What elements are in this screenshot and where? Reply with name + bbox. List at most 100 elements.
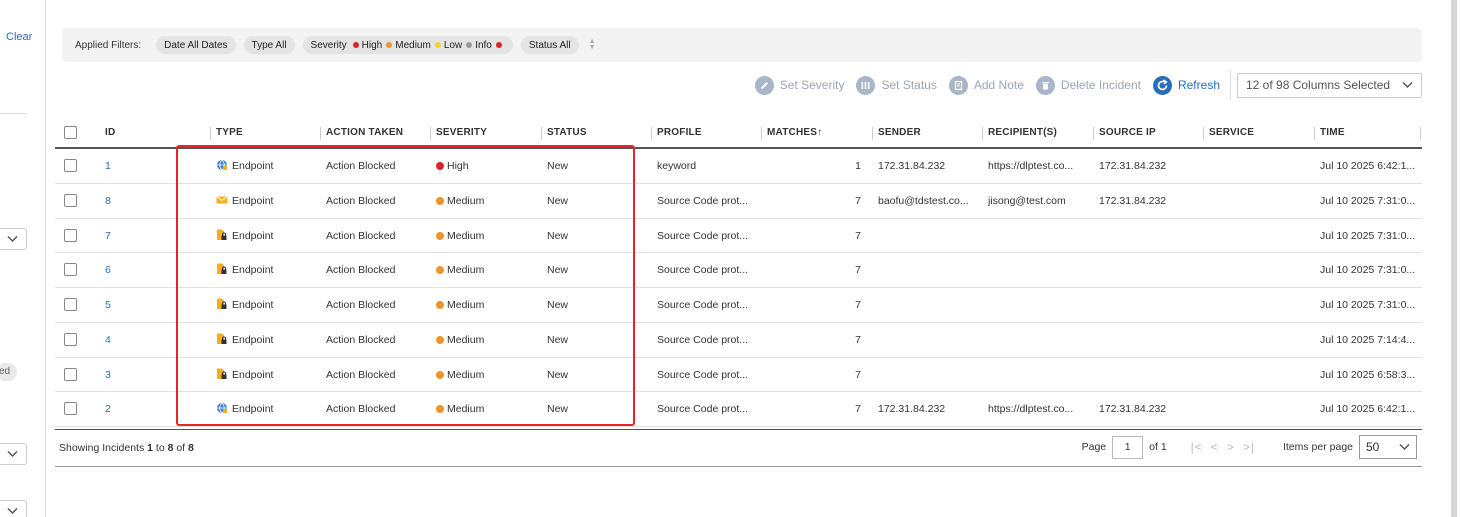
mail-icon <box>216 195 228 204</box>
showing-to-word: to <box>152 442 168 454</box>
column-header-severity[interactable]: SEVERITY <box>436 118 487 147</box>
column-header-matches[interactable]: MATCHES↑ <box>767 118 822 147</box>
cell-profile: keyword <box>657 160 697 172</box>
prev-page-icon[interactable]: < <box>1211 440 1219 454</box>
column-header-source-ip[interactable]: SOURCE IP <box>1099 118 1156 147</box>
column-resize-handle[interactable] <box>651 127 652 140</box>
cell-id[interactable]: 2 <box>105 392 111 426</box>
column-header-status[interactable]: STATUS <box>547 118 587 147</box>
cell-id[interactable]: 8 <box>105 184 111 218</box>
cell-id[interactable]: 4 <box>105 323 111 357</box>
cell-source-ip <box>1099 288 1204 322</box>
column-resize-handle[interactable] <box>430 127 431 140</box>
left-dropdown-3[interactable] <box>0 500 27 517</box>
table-row[interactable]: 8 Endpoint Action Blocked Medium New Source C… <box>55 184 1422 219</box>
filter-chip-date[interactable]: Date All Dates <box>156 36 236 54</box>
row-checkbox[interactable] <box>64 263 77 277</box>
first-page-icon[interactable]: |< <box>1191 440 1203 454</box>
cell-action: Action Blocked <box>326 299 396 311</box>
left-dropdown-2[interactable] <box>0 443 27 465</box>
row-checkbox[interactable] <box>64 367 77 381</box>
table-row[interactable]: 7 Endpoint Action Blocked Medium New Source C… <box>55 219 1422 254</box>
column-header-recipients[interactable]: RECIPIENT(S) <box>988 118 1057 147</box>
cell-id[interactable]: 1 <box>105 149 111 183</box>
page-scrollbar[interactable] <box>1451 0 1457 517</box>
cell-id[interactable]: 3 <box>105 358 111 392</box>
filter-chip-status[interactable]: Status All <box>520 36 579 54</box>
cell-action: Action Blocked <box>326 194 396 207</box>
table-row[interactable]: 2 Endpoint Action Blocked Medium New Source C… <box>55 392 1422 427</box>
cell-type: Endpoint <box>216 392 321 426</box>
cell-time: Jul 10 2025 7:31:0... <box>1320 194 1416 207</box>
row-checkbox[interactable] <box>64 228 77 242</box>
column-resize-handle[interactable] <box>1314 127 1315 140</box>
column-resize-handle[interactable] <box>210 127 211 140</box>
add-note-button[interactable]: Add Note <box>948 75 1024 95</box>
next-page-icon[interactable]: > <box>1227 440 1235 454</box>
column-header-service[interactable]: SERVICE <box>1209 118 1254 147</box>
select-all-checkbox[interactable] <box>64 126 77 139</box>
cell-id[interactable]: 5 <box>105 288 111 322</box>
severity-dot-icon <box>436 162 444 170</box>
severity-label: Medium <box>447 299 485 311</box>
table-row[interactable]: 4 Endpoint Action Blocked Medium New Source C… <box>55 323 1422 358</box>
column-resize-handle[interactable] <box>982 127 983 140</box>
column-resize-handle[interactable] <box>1203 127 1204 140</box>
cell-sender: baofu@tdstest.co... <box>878 194 969 207</box>
delete-incident-button[interactable]: Delete Incident <box>1035 75 1141 95</box>
column-header-profile[interactable]: PROFILE <box>657 118 702 147</box>
column-header-id[interactable]: ID <box>105 118 115 147</box>
column-header-action-taken[interactable]: ACTION TAKEN <box>326 118 403 147</box>
columns-selected-dropdown[interactable]: 12 of 98 Columns Selected <box>1237 72 1422 98</box>
row-checkbox[interactable] <box>64 298 77 311</box>
cell-status: New <box>547 264 569 277</box>
items-per-page-select[interactable]: 50 <box>1359 435 1417 459</box>
row-checkbox[interactable] <box>64 332 77 346</box>
table-row[interactable]: 6 Endpoint Action Blocked Medium New Source C… <box>55 253 1422 288</box>
cell-service <box>1209 288 1314 322</box>
last-page-icon[interactable]: >| <box>1243 440 1255 454</box>
cell-service <box>1209 184 1314 218</box>
column-resize-handle[interactable] <box>541 127 542 140</box>
column-resize-handle[interactable] <box>872 127 873 140</box>
cell-profile: Source Code prot... <box>657 403 749 416</box>
column-header-type[interactable]: TYPE <box>216 118 243 147</box>
cell-id[interactable]: 7 <box>105 219 111 253</box>
left-status-pill: ed <box>0 363 17 381</box>
set-status-button[interactable]: Set Status <box>856 75 937 95</box>
severity-dot-icon <box>436 196 444 205</box>
cell-status: New <box>547 368 569 381</box>
chevron-down-icon <box>1402 81 1413 89</box>
column-resize-handle[interactable] <box>320 127 321 140</box>
cell-severity: High <box>436 149 541 183</box>
column-resize-handle[interactable] <box>1093 127 1094 140</box>
cell-status: New <box>547 403 569 416</box>
table-row[interactable]: 3 Endpoint Action Blocked Medium New Source C… <box>55 358 1422 393</box>
filter-chip-type[interactable]: Type All <box>243 36 295 54</box>
left-dropdown-1[interactable] <box>0 228 27 250</box>
filter-chip-severity[interactable]: Severity High Medium Low Info <box>302 36 513 54</box>
cell-matches: 7 <box>855 194 861 207</box>
cell-matches: 7 <box>855 229 861 242</box>
refresh-button[interactable]: Refresh <box>1152 75 1220 95</box>
cell-id[interactable]: 6 <box>105 253 111 287</box>
clear-filters-link[interactable]: Clear <box>6 31 32 43</box>
row-checkbox[interactable] <box>64 193 77 207</box>
cell-source-ip: 172.31.84.232 <box>1099 194 1167 207</box>
type-label: Endpoint <box>232 299 274 311</box>
row-checkbox[interactable] <box>64 159 77 172</box>
table-row[interactable]: 1 Endpoint Action Blocked High New keyword 1 17… <box>55 149 1422 184</box>
column-resize-handle[interactable] <box>1420 127 1421 140</box>
column-resize-handle[interactable] <box>761 127 762 140</box>
showing-of-word: of <box>173 442 189 454</box>
cell-action: Action Blocked <box>326 229 396 242</box>
cell-severity: Medium <box>436 323 541 357</box>
row-checkbox[interactable] <box>64 402 77 416</box>
filter-expand-toggle-icon[interactable]: ▲ ▼ <box>589 38 596 51</box>
set-severity-button[interactable]: Set Severity <box>754 75 844 95</box>
column-header-sender[interactable]: SENDER <box>878 118 921 147</box>
cell-profile: Source Code prot... <box>657 229 749 242</box>
table-row[interactable]: 5 Endpoint Action Blocked Medium New Source C… <box>55 288 1422 323</box>
column-header-time[interactable]: TIME <box>1320 118 1345 147</box>
page-number-input[interactable]: 1 <box>1112 435 1144 459</box>
